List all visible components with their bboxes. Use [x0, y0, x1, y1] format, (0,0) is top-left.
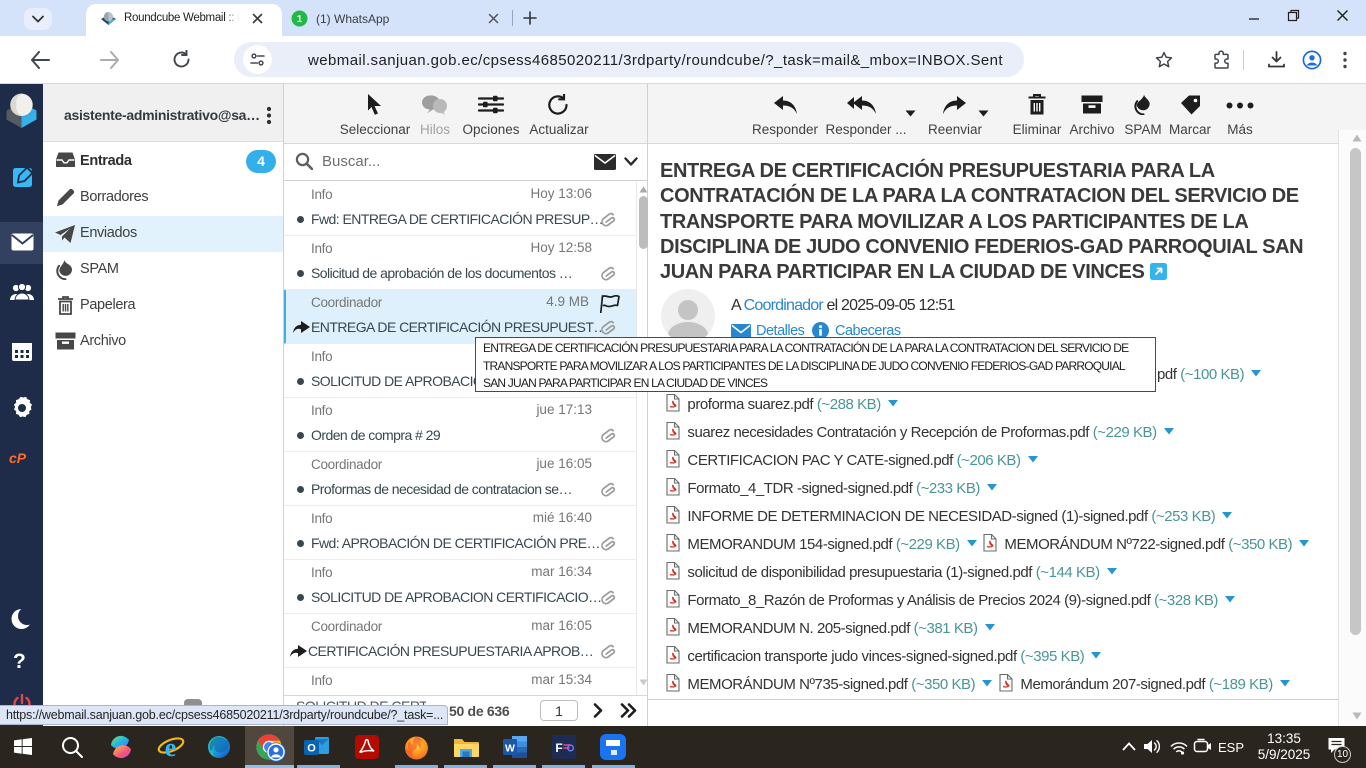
svg-text:1: 1 — [297, 14, 303, 25]
svg-text:F: F — [555, 741, 562, 755]
svg-text:e: e — [165, 733, 177, 761]
svg-text:W: W — [505, 743, 515, 755]
svg-text:O: O — [307, 743, 316, 755]
